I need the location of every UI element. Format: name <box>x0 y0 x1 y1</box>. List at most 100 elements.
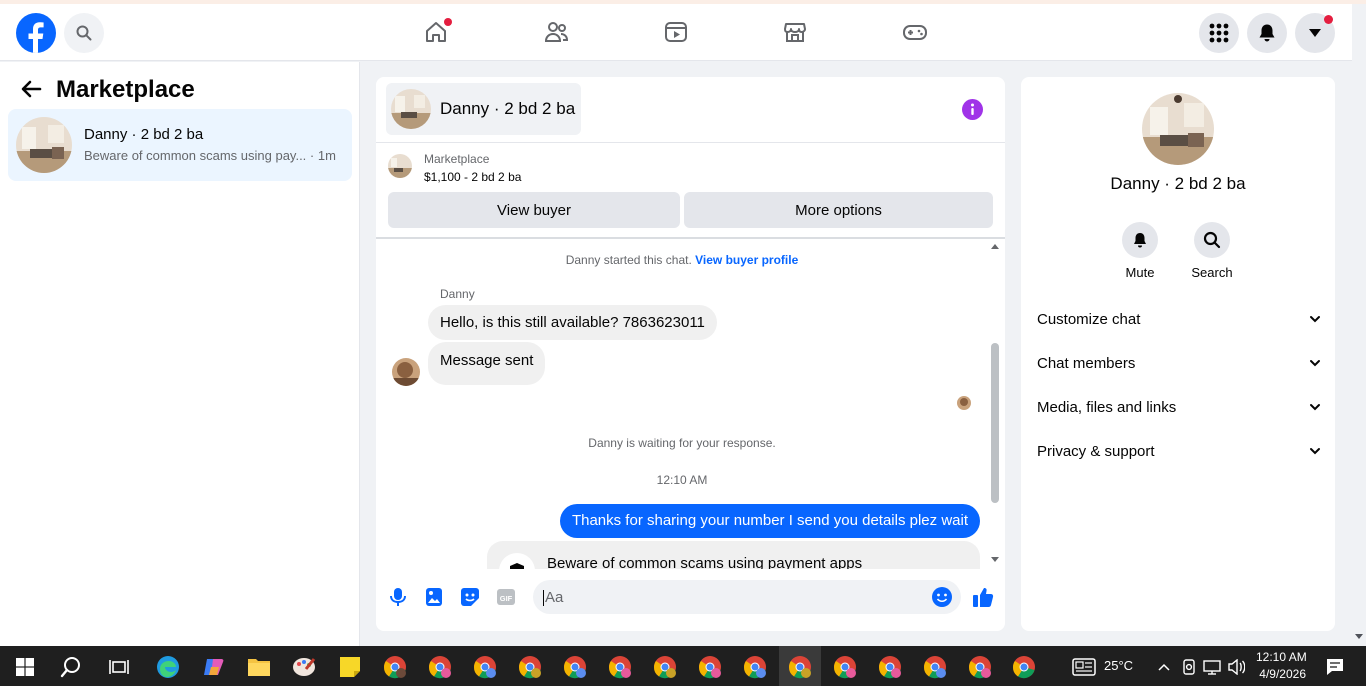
chat-started-note: Danny started this chat. View buyer prof… <box>565 253 799 267</box>
chrome-active-icon[interactable] <box>787 654 813 680</box>
sticky-notes-icon[interactable] <box>337 654 363 680</box>
scam-warning-title: Beware of common scams using payment app… <box>547 555 863 569</box>
message-timestamp: 12:10 AM <box>656 473 708 487</box>
chevron-down-icon <box>1310 404 1320 411</box>
search-label: Search <box>1191 265 1233 280</box>
weather-temperature[interactable]: 25°C <box>1104 658 1133 673</box>
home-icon[interactable] <box>420 16 452 48</box>
chrome-profile-icon[interactable] <box>607 654 633 680</box>
weather-news-icon[interactable] <box>1071 654 1097 680</box>
back-arrow-icon[interactable] <box>20 78 42 105</box>
customize-chat-section[interactable]: Customize chat <box>1037 299 1321 339</box>
account-notification-dot <box>1324 15 1333 24</box>
listing-thumbnail-small <box>388 154 412 178</box>
friends-icon[interactable] <box>540 16 572 48</box>
sticker-icon[interactable] <box>459 586 481 608</box>
marketplace-icon[interactable] <box>779 16 811 48</box>
notification-center-icon[interactable] <box>1322 654 1348 680</box>
chevron-down-icon <box>1310 360 1320 367</box>
search-icon[interactable] <box>64 13 104 53</box>
chrome-profile-icon[interactable] <box>382 654 408 680</box>
windows-taskbar: 25°C 12:10 AM 4/9/2026 <box>0 646 1366 686</box>
message-input-placeholder: Aa <box>543 589 564 606</box>
read-receipt-avatar <box>957 396 971 410</box>
chrome-profile-icon[interactable] <box>472 654 498 680</box>
taskbar-time[interactable]: 12:10 AM <box>1256 650 1307 664</box>
search-icon[interactable] <box>58 654 84 680</box>
chrome-profile-icon[interactable] <box>652 654 678 680</box>
listing-source: Marketplace <box>424 152 490 166</box>
chrome-profile-icon[interactable] <box>967 654 993 680</box>
incoming-message[interactable]: Hello, is this still available? 78636230… <box>428 305 717 340</box>
notifications-bell-icon[interactable] <box>1247 13 1287 53</box>
outgoing-message[interactable]: Thanks for sharing your number I send yo… <box>559 504 980 538</box>
shield-icon <box>499 553 535 569</box>
video-icon[interactable] <box>660 16 692 48</box>
details-avatar <box>1142 93 1214 165</box>
network-icon[interactable] <box>1202 654 1222 680</box>
message-input[interactable]: Aa <box>533 580 961 614</box>
chrome-profile-icon[interactable] <box>742 654 768 680</box>
page-scrollbar[interactable] <box>1352 62 1366 646</box>
message-composer: GIF Aa <box>376 573 1005 627</box>
sender-avatar <box>392 358 420 386</box>
listing-title: $1,100 - 2 bd 2 ba <box>424 170 522 184</box>
account-caret-icon[interactable] <box>1295 13 1335 53</box>
microphone-icon[interactable] <box>387 586 409 608</box>
gif-icon[interactable]: GIF <box>495 586 517 608</box>
details-name: Danny · 2 bd 2 ba <box>1110 174 1246 193</box>
menu-grid-icon[interactable] <box>1199 13 1239 53</box>
mute-button[interactable]: Mute <box>1110 222 1170 280</box>
listing-thumbnail <box>16 117 72 173</box>
chrome-profile-icon[interactable] <box>877 654 903 680</box>
privacy-support-section[interactable]: Privacy & support <box>1037 431 1321 471</box>
photo-icon[interactable] <box>423 586 445 608</box>
svg-text:GIF: GIF <box>500 594 513 603</box>
conversation-time: · 1m <box>306 148 336 163</box>
windows-start-icon[interactable] <box>12 654 38 680</box>
search-icon <box>1194 222 1230 258</box>
bell-icon <box>1122 222 1158 258</box>
view-buyer-button[interactable]: View buyer <box>388 192 680 228</box>
chrome-icon[interactable] <box>1011 654 1037 680</box>
chat-members-section[interactable]: Chat members <box>1037 343 1321 383</box>
chat-header-name: Danny · 2 bd 2 ba <box>440 99 576 118</box>
thread-scroll-thumb[interactable] <box>991 343 999 503</box>
chrome-profile-icon[interactable] <box>562 654 588 680</box>
media-files-links-section[interactable]: Media, files and links <box>1037 387 1321 427</box>
chrome-profile-icon[interactable] <box>427 654 453 680</box>
file-explorer-icon[interactable] <box>246 654 272 680</box>
task-view-icon[interactable] <box>106 654 132 680</box>
gaming-icon[interactable] <box>899 16 931 48</box>
camera-icon[interactable] <box>1180 654 1198 680</box>
edge-browser-icon[interactable] <box>155 654 181 680</box>
chat-panel: Danny · 2 bd 2 ba Marketplace $1,100 - 2… <box>376 77 1005 631</box>
search-in-chat-button[interactable]: Search <box>1182 222 1242 280</box>
emoji-icon[interactable] <box>931 586 953 608</box>
info-icon[interactable] <box>962 99 983 120</box>
more-options-button[interactable]: More options <box>684 192 993 228</box>
incoming-message[interactable]: Message sent <box>428 342 546 385</box>
conversation-item[interactable]: Danny · 2 bd 2 ba Beware of common scams… <box>8 109 352 181</box>
facebook-logo-icon[interactable] <box>16 13 56 53</box>
chrome-profile-icon[interactable] <box>517 654 543 680</box>
mute-label: Mute <box>1125 265 1155 280</box>
taskbar-date[interactable]: 4/9/2026 <box>1256 667 1306 681</box>
chat-details-panel: Danny · 2 bd 2 ba Mute Search Customize … <box>1021 77 1335 631</box>
thumbs-up-icon[interactable] <box>971 586 995 608</box>
chrome-profile-icon[interactable] <box>697 654 723 680</box>
conversation-snippet: Beware of common scams using pay... · 1m <box>84 148 336 163</box>
chevron-up-icon[interactable] <box>1155 654 1173 680</box>
volume-icon[interactable] <box>1226 654 1246 680</box>
paint-app-icon[interactable] <box>291 654 317 680</box>
scam-warning-card[interactable]: Beware of common scams using payment app… <box>487 541 980 569</box>
copilot-icon[interactable] <box>201 654 227 680</box>
chevron-down-icon <box>1310 448 1320 455</box>
view-buyer-profile-link[interactable]: View buyer profile <box>695 253 798 267</box>
chrome-profile-icon[interactable] <box>922 654 948 680</box>
conversation-name: Danny · 2 bd 2 ba <box>84 126 204 143</box>
chrome-profile-icon[interactable] <box>832 654 858 680</box>
top-navigation-bar <box>0 4 1352 61</box>
waiting-note: Danny is waiting for your response. <box>588 436 776 450</box>
chat-header[interactable]: Danny · 2 bd 2 ba <box>386 83 581 135</box>
